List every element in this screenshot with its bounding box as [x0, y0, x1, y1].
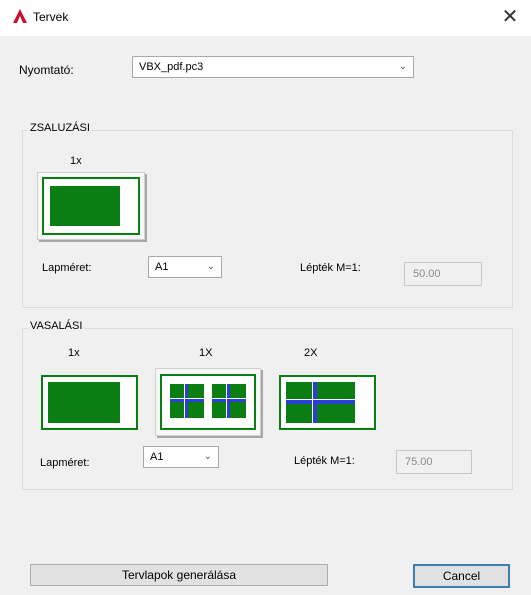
printer-select[interactable]: VBX_pdf.pc3 ⌄: [132, 56, 414, 78]
vasalasi-layout-2X[interactable]: [279, 375, 376, 430]
zsaluzasi-title: ZSALUZÁSI: [28, 122, 92, 134]
close-icon: ✕: [501, 6, 519, 28]
vasalasi-layout-2X-label: 2X: [304, 347, 318, 359]
vasalasi-paper-size-label: Lapméret:: [40, 457, 90, 469]
window-title: Tervek: [33, 10, 69, 24]
zsaluzasi-scale-label: Lépték M=1:: [300, 262, 361, 274]
title-bar: Tervek ✕: [0, 0, 531, 36]
zsaluzasi-paper-size-select[interactable]: A1 ⌄: [148, 256, 222, 278]
vasalasi-scale-field[interactable]: 75.00: [396, 450, 472, 474]
vasalasi-layout-1x[interactable]: [41, 375, 138, 430]
generate-sheets-label: Tervlapok generálása: [121, 568, 237, 582]
sheet-1x-icon: [41, 375, 138, 430]
vasalasi-scale-value: 75.00: [405, 456, 433, 468]
vasalasi-layout-1X[interactable]: [155, 368, 261, 436]
vasalasi-scale-label: Lépték M=1:: [294, 455, 355, 467]
vasalasi-title: VASALÁSI: [28, 320, 85, 332]
printer-label: Nyomtató:: [19, 63, 74, 77]
vasalasi-layout-1X-label: 1X: [199, 347, 213, 359]
autocad-logo-icon: [13, 9, 27, 23]
cancel-label: Cancel: [442, 569, 481, 583]
chevron-down-icon: ⌄: [398, 61, 407, 72]
vasalasi-layout-1x-label: 1x: [68, 347, 80, 359]
close-button[interactable]: ✕: [497, 4, 523, 30]
vasalasi-paper-size-select[interactable]: A1 ⌄: [143, 446, 219, 468]
sheet-rebar-2X-icon: [279, 375, 376, 430]
zsaluzasi-scale-value: 50.00: [413, 268, 441, 280]
printer-value: VBX_pdf.pc3: [139, 61, 204, 73]
sheet-rebar-1X-icon: [160, 374, 256, 430]
sheet-1x-icon: [42, 177, 140, 235]
vasalasi-paper-size-value: A1: [150, 451, 164, 463]
chevron-down-icon: ⌄: [206, 261, 215, 272]
zsaluzasi-layout-label: 1x: [70, 155, 82, 167]
cancel-button[interactable]: Cancel: [413, 564, 510, 588]
zsaluzasi-layout-1x[interactable]: [37, 172, 145, 240]
zsaluzasi-scale-field[interactable]: 50.00: [404, 262, 482, 286]
chevron-down-icon: ⌄: [203, 451, 212, 462]
generate-sheets-button[interactable]: Tervlapok generálása: [30, 564, 328, 586]
zsaluzasi-paper-size-label: Lapméret:: [42, 262, 92, 274]
dialog-body: Nyomtató: VBX_pdf.pc3 ⌄ ZSALUZÁSI 1x Lap…: [0, 36, 531, 595]
zsaluzasi-paper-size-value: A1: [155, 261, 169, 273]
